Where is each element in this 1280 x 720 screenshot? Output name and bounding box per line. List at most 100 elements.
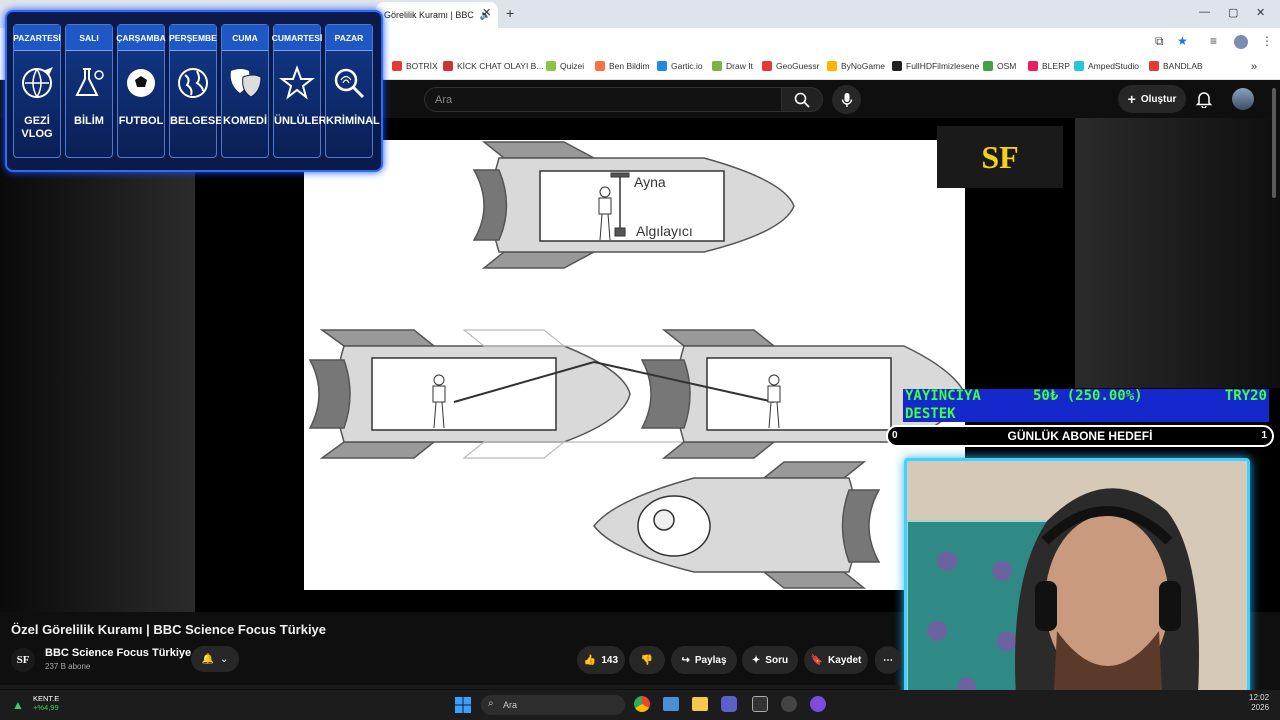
notifications-bell-icon[interactable] bbox=[1196, 90, 1212, 108]
schedule-day-name: PAZARTESİ bbox=[13, 25, 61, 51]
browser-tab[interactable]: Görelilik Kuramı | BBC 🔊 bbox=[376, 2, 498, 28]
microphone-icon bbox=[841, 92, 852, 107]
bookmark-item[interactable]: ByNoGame bbox=[827, 61, 885, 71]
file-explorer-taskbar-icon[interactable] bbox=[692, 697, 708, 711]
schedule-day-label: FUTBOL bbox=[118, 115, 164, 127]
like-button[interactable]: 👍 143 bbox=[577, 646, 625, 674]
voice-search-button[interactable] bbox=[832, 85, 861, 114]
schedule-day-label: ÜNLÜLER bbox=[274, 115, 327, 127]
channel-watermark-logo: SF bbox=[937, 126, 1063, 188]
bell-icon: 🔔 bbox=[201, 653, 215, 665]
search-input[interactable]: Ara bbox=[424, 87, 782, 112]
menu-dots-icon[interactable]: ⋮ bbox=[1261, 34, 1273, 48]
save-button[interactable]: 🔖 Kaydet bbox=[804, 646, 868, 674]
bookmark-star-icon[interactable]: ★ bbox=[1177, 34, 1188, 48]
mail-taskbar-icon[interactable] bbox=[663, 697, 679, 711]
bookmarks-overflow-icon[interactable]: » bbox=[1251, 61, 1257, 73]
save-bookmark-icon: 🔖 bbox=[810, 654, 824, 666]
bookmark-item[interactable]: BOTRİX bbox=[392, 61, 438, 71]
bookmark-favicon-icon bbox=[546, 61, 556, 71]
channel-avatar[interactable]: SF bbox=[11, 648, 35, 672]
epic-games-taskbar-icon[interactable] bbox=[752, 696, 768, 712]
schedule-day-label: BELGESEL bbox=[170, 115, 230, 127]
chrome-taskbar-icon[interactable] bbox=[634, 696, 650, 712]
thumbs-up-icon: 👍 bbox=[583, 654, 597, 666]
account-avatar[interactable] bbox=[1232, 88, 1254, 110]
star-icon bbox=[274, 51, 320, 115]
bookmark-label: BLERP bbox=[1042, 61, 1070, 71]
bookmark-favicon-icon bbox=[1149, 61, 1159, 71]
new-tab-button[interactable]: + bbox=[506, 5, 514, 21]
close-window-button[interactable]: ✕ bbox=[1256, 6, 1265, 19]
obs-taskbar-icon[interactable] bbox=[781, 696, 797, 712]
chevron-down-icon: ⌄ bbox=[220, 653, 229, 665]
tab-title: Görelilik Kuramı | BBC bbox=[384, 10, 474, 20]
subscribed-notifications-button[interactable]: 🔔 ⌄ bbox=[191, 646, 239, 672]
ambient-left bbox=[0, 118, 195, 612]
dislike-button[interactable]: 👎 bbox=[629, 646, 665, 674]
teams-taskbar-icon[interactable] bbox=[721, 696, 737, 712]
bookmark-item[interactable]: AmpedStudio bbox=[1074, 61, 1139, 71]
maximize-button[interactable]: ▢ bbox=[1228, 6, 1238, 19]
more-actions-button[interactable]: ⋯ bbox=[875, 646, 901, 674]
subscriber-goal-bar: 0 GÜNLÜK ABONE HEDEFİ 1 bbox=[886, 425, 1274, 447]
soccer-ball-icon bbox=[118, 51, 164, 115]
globe-plane-icon bbox=[14, 51, 60, 115]
windows-taskbar: ▲ KENT.E +%4,99 ⌕ Ara 12:02 2026 bbox=[0, 690, 1280, 720]
bookmark-item[interactable]: KİCK CHAT OLAYI B... bbox=[443, 61, 543, 71]
sf-logo-text: SF bbox=[981, 138, 1019, 175]
share-button[interactable]: ↪ Paylaş bbox=[671, 646, 737, 674]
create-button[interactable]: + Oluştur bbox=[1118, 85, 1186, 113]
bookmark-label: Quizei bbox=[560, 61, 585, 71]
donation-target: TRY20 bbox=[1224, 388, 1267, 404]
search-button[interactable] bbox=[781, 87, 823, 112]
webcam-person-image bbox=[907, 461, 1247, 711]
middle-rocket-left bbox=[308, 329, 631, 459]
video-title: Özel Görelilik Kuramı | BBC Science Focu… bbox=[11, 622, 327, 637]
taskbar-search-input[interactable]: ⌕ Ara bbox=[481, 695, 625, 715]
goal-label: GÜNLÜK ABONE HEDEFİ bbox=[1007, 429, 1153, 443]
bookmark-label: OSM bbox=[997, 61, 1017, 71]
tab-close-icon[interactable]: ✕ bbox=[482, 6, 491, 19]
app-taskbar-icon[interactable] bbox=[810, 696, 826, 712]
subscriber-count: 237 B abone bbox=[45, 662, 91, 671]
save-label: Kaydet bbox=[828, 654, 862, 666]
schedule-day-name: CUMA bbox=[222, 25, 268, 51]
ambient-right bbox=[1075, 118, 1280, 388]
system-clock[interactable]: 12:02 2026 bbox=[1249, 693, 1269, 713]
bookmark-item[interactable]: BLERP bbox=[1028, 61, 1070, 71]
bookmark-item[interactable]: Gartic.io bbox=[657, 61, 703, 71]
media-controls-icon[interactable]: ≡ bbox=[1210, 34, 1217, 48]
page-scrollbar[interactable] bbox=[1272, 88, 1276, 198]
bookmark-item[interactable]: Ben Bildim bbox=[595, 61, 650, 71]
share-icon: ↪ bbox=[681, 654, 690, 666]
bookmark-label: Ben Bildim bbox=[609, 61, 650, 71]
more-dots-icon: ⋯ bbox=[883, 654, 893, 666]
schedule-day: SALI BİLİM bbox=[65, 24, 113, 158]
windows-start-icon[interactable] bbox=[455, 697, 471, 713]
install-app-icon[interactable]: ⧉ bbox=[1155, 34, 1164, 49]
bookmark-favicon-icon bbox=[762, 61, 772, 71]
stock-ticker-widget[interactable]: KENT.E +%4,99 bbox=[33, 694, 59, 712]
ask-button[interactable]: ✦ Soru bbox=[742, 646, 798, 674]
schedule-day-name: PAZAR bbox=[326, 25, 372, 51]
plus-icon: + bbox=[1127, 91, 1136, 107]
bookmark-item[interactable]: BANDLAB bbox=[1149, 61, 1203, 71]
channel-name[interactable]: BBC Science Focus Türkiye bbox=[45, 647, 191, 659]
bookmark-item[interactable]: OSM bbox=[983, 61, 1016, 71]
video-frame-diagram: Ayna Algılayıcı bbox=[304, 140, 966, 590]
minimize-button[interactable]: — bbox=[1199, 6, 1210, 18]
bookmark-item[interactable]: FullHDFilmizlesene bbox=[892, 61, 979, 71]
ticker-change: +%4,99 bbox=[33, 703, 59, 712]
stream-schedule-overlay: PAZARTESİ GEZİ VLOG SALI BİLİM ÇARŞAMBA FUTBOL… bbox=[5, 10, 383, 172]
bookmark-item[interactable]: Draw It bbox=[712, 61, 753, 71]
bookmark-label: FullHDFilmizlesene bbox=[906, 61, 980, 71]
ask-label: Soru bbox=[765, 654, 789, 666]
goal-min: 0 bbox=[892, 430, 898, 441]
fingerprint-icon bbox=[326, 51, 372, 115]
bottom-rocket bbox=[593, 461, 881, 589]
bookmark-item[interactable]: Quizei bbox=[546, 61, 584, 71]
schedule-day-name: SALI bbox=[66, 25, 112, 51]
bookmark-item[interactable]: GeoGuessr bbox=[762, 61, 819, 71]
profile-avatar[interactable] bbox=[1234, 35, 1248, 49]
